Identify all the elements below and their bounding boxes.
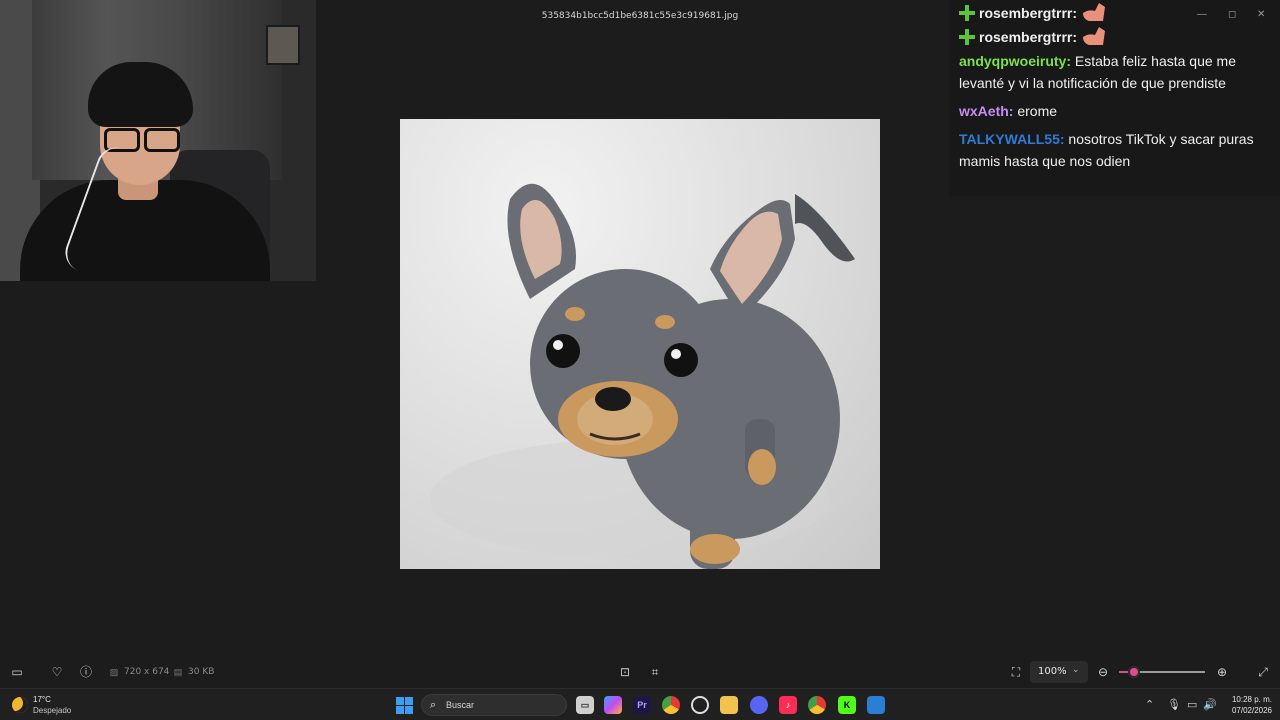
chat-message: wxAeth: erome — [959, 100, 1270, 122]
file-size: 30 KB — [188, 667, 215, 677]
emote-icon — [1082, 3, 1105, 21]
chat-overlay: — ◻ ✕ rosembergtrrr: rosembergtrrr: andy… — [949, 0, 1280, 196]
microphone-icon[interactable]: 🎙 — [1167, 698, 1181, 711]
kick-icon[interactable]: K — [838, 696, 856, 714]
chat-username[interactable]: TALKYWALL55: — [959, 131, 1065, 147]
chat-username[interactable]: rosembergtrrr: — [979, 29, 1077, 45]
chat-username[interactable]: andyqpwoeiruty: — [959, 53, 1071, 69]
green-cross-badge-icon — [959, 5, 975, 21]
chat-message-text: erome — [1017, 103, 1058, 119]
zoom-dropdown[interactable]: 100% ⌄ — [1030, 661, 1088, 683]
discord-icon[interactable] — [750, 696, 768, 714]
weather-description[interactable]: Despejado — [33, 706, 71, 715]
image-size-icon: ▨ — [109, 667, 119, 677]
file-explorer-icon[interactable] — [720, 696, 738, 714]
premiere-pro-icon[interactable]: Pr — [633, 696, 651, 714]
chevron-up-icon[interactable]: ⌃ — [1145, 698, 1154, 711]
filmstrip-icon[interactable]: ▭ — [9, 664, 25, 680]
viewed-image — [400, 119, 880, 569]
fit-to-window-icon[interactable]: ⛶ — [1008, 664, 1024, 680]
zoom-value: 100% — [1038, 666, 1067, 677]
itunes-icon[interactable]: ♪ — [779, 696, 797, 714]
search-placeholder: Buscar — [446, 700, 475, 710]
zoom-in-icon[interactable]: ⊕ — [1214, 664, 1230, 680]
start-button[interactable] — [396, 697, 413, 714]
task-view-icon[interactable]: ▭ — [576, 696, 594, 714]
close-icon[interactable]: ✕ — [1257, 9, 1265, 20]
clock-date: 07/02/2026 — [1231, 706, 1272, 715]
scan-text-icon[interactable]: ⌗ — [647, 664, 663, 680]
chrome-icon[interactable] — [662, 696, 680, 714]
zoom-slider-thumb[interactable] — [1128, 666, 1141, 678]
webcam-overlay — [0, 0, 316, 281]
fullscreen-icon[interactable]: ⤢ — [1255, 664, 1271, 680]
weather-temperature[interactable]: 17°C — [33, 695, 51, 704]
chat-message: rosembergtrrr: — [959, 0, 1270, 24]
favorite-heart-icon[interactable]: ♡ — [49, 664, 65, 680]
chat-username[interactable]: rosembergtrrr: — [979, 5, 1077, 21]
taskbar: 17°C Despejado ⌕ Buscar ▭ Pr ♪ K ⌃ 🎙 ▭ 🔊… — [0, 688, 1280, 720]
search-icon: ⌕ — [430, 699, 437, 711]
chat-username[interactable]: wxAeth: — [959, 103, 1013, 119]
info-icon[interactable]: ⓘ — [78, 664, 94, 680]
zoom-slider[interactable] — [1119, 666, 1205, 678]
visual-search-icon[interactable]: ⊡ — [617, 664, 633, 680]
green-cross-badge-icon — [959, 29, 975, 45]
weather-moon-icon[interactable] — [12, 697, 28, 713]
maximize-icon[interactable]: ◻ — [1228, 9, 1236, 20]
volume-icon[interactable]: 🔊 — [1203, 698, 1217, 711]
viewer-toolbar: ▭ ♡ ⓘ ▨ 720 x 674 ▤ 30 KB ⊡ ⌗ ⛶ 100% ⌄ ⊖… — [0, 656, 1280, 688]
clock[interactable]: 10:28 p. m. 07/02/2026 — [1224, 694, 1272, 716]
chevron-down-icon: ⌄ — [1072, 665, 1080, 675]
minimize-icon[interactable]: — — [1197, 9, 1207, 20]
photos-icon[interactable] — [867, 696, 885, 714]
chat-message: TALKYWALL55: nosotros TikTok y sacar pur… — [959, 128, 1270, 172]
file-size-icon: ▤ — [173, 667, 183, 677]
chat-message: andyqpwoeiruty: Estaba feliz hasta que m… — [959, 50, 1270, 94]
copilot-icon[interactable] — [604, 696, 622, 714]
chat-message: rosembergtrrr: — [959, 25, 1270, 48]
obs-icon[interactable] — [691, 696, 709, 714]
emote-icon — [1082, 27, 1105, 45]
taskbar-search[interactable]: ⌕ Buscar — [421, 694, 567, 716]
clock-time: 10:28 p. m. — [1231, 695, 1272, 704]
chrome-profile-icon[interactable] — [808, 696, 826, 714]
image-dimensions: 720 x 674 — [124, 667, 170, 677]
network-icon[interactable]: ▭ — [1187, 698, 1197, 711]
zoom-out-icon[interactable]: ⊖ — [1095, 664, 1111, 680]
